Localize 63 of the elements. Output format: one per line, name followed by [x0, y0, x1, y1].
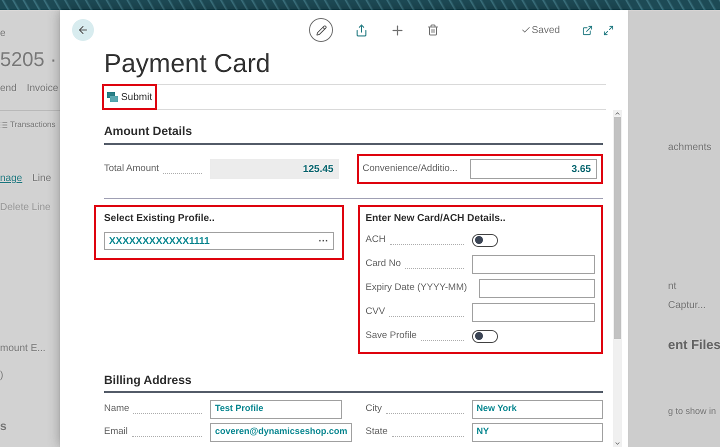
section-title: Amount Details [104, 122, 603, 145]
share-icon[interactable] [355, 24, 368, 36]
field-label: mount E... [0, 342, 47, 356]
panel-title: ent Files [668, 336, 720, 354]
open-new-window-icon[interactable] [582, 24, 593, 36]
edit-button[interactable] [309, 18, 333, 42]
field-label: Name [104, 402, 130, 416]
input-field[interactable] [479, 278, 595, 298]
lookup-button[interactable]: ··· [318, 234, 328, 248]
page-title: 5205 · [0, 48, 58, 73]
field-label: ) [0, 369, 4, 383]
group-title: Select Existing Profile.. [104, 212, 216, 226]
input-field[interactable] [472, 302, 595, 322]
list-text: Captur... [668, 299, 707, 313]
leader-dots [162, 172, 202, 174]
amount-field: 125.45 [210, 159, 338, 179]
section-title: Billing Address [104, 371, 603, 393]
text-field[interactable]: NY [472, 422, 603, 442]
empty-message: g to show in [668, 404, 718, 418]
tab[interactable]: nage [0, 171, 22, 186]
expand-icon[interactable] [603, 24, 614, 36]
check-icon [520, 25, 531, 35]
panel-title: achments [668, 141, 712, 155]
input-field[interactable] [472, 254, 595, 274]
field-label: Convenience/Additio... [362, 162, 458, 176]
scroll-down-icon[interactable] [614, 440, 621, 447]
field-label: Expiry Date (YYYY-MM) [366, 280, 468, 295]
add-icon[interactable] [390, 22, 405, 38]
field-label: Email [104, 424, 128, 439]
group-title: Enter New Card/ACH Details.. [366, 212, 507, 226]
tab[interactable]: Line [32, 171, 52, 186]
field-label: Save Profile [366, 328, 417, 343]
delete-icon[interactable] [427, 24, 439, 36]
field-label: Card No [366, 256, 401, 271]
profile-lookup-field[interactable]: XXXXXXXXXXXX1111 ··· [104, 232, 334, 250]
field-label: State [366, 424, 388, 439]
field-label: CVV [366, 304, 386, 319]
scrollbar[interactable] [613, 110, 622, 447]
back-button[interactable] [72, 19, 94, 41]
scroll-up-icon[interactable] [614, 110, 621, 117]
toggle-switch[interactable] [472, 234, 498, 246]
field-label: City [366, 402, 382, 416]
breadcrumb-text: e [0, 27, 7, 41]
back-arrow-icon [77, 24, 89, 36]
page-title: Payment Card [104, 48, 272, 78]
menu-item[interactable]: end [0, 81, 17, 96]
section-title: s [0, 418, 8, 435]
list-icon [0, 121, 8, 129]
action-item[interactable]: Transactions [10, 119, 56, 131]
text-field[interactable]: coveren@dynamicseshop.com [210, 422, 352, 442]
submit-icon [107, 92, 118, 102]
field-label: ACH [366, 232, 386, 247]
pencil-icon [316, 24, 326, 36]
list-text: nt [668, 280, 678, 294]
text-field[interactable]: New York [472, 400, 603, 418]
leader-dots [133, 412, 202, 414]
toggle-switch[interactable] [472, 330, 498, 342]
field-label: Total Amount [104, 162, 159, 176]
submit-button[interactable]: Submit [102, 84, 158, 110]
text-field[interactable]: Test Profile [210, 400, 342, 418]
menu-item[interactable]: Invoice [26, 81, 58, 96]
amount-field[interactable]: 3.65 [470, 159, 597, 179]
saved-text: Saved [532, 24, 560, 38]
